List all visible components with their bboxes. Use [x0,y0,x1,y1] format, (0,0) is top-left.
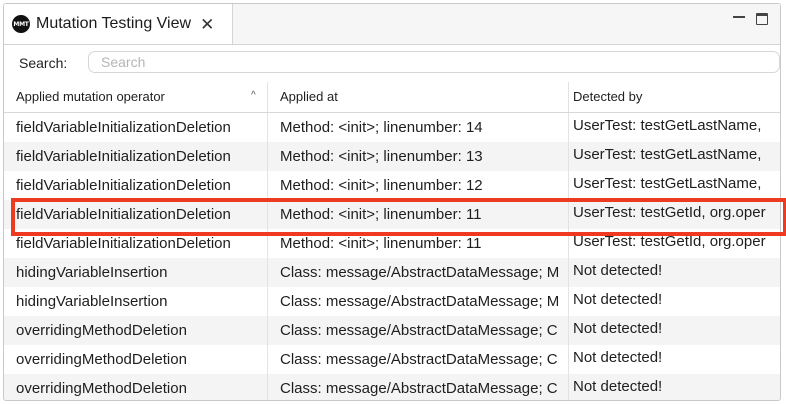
column-header-applied-at[interactable]: Applied at [268,82,568,112]
detected-by-cell: Not detected! [573,320,663,337]
detected-by-cell: Not detected! [573,291,663,308]
detected-by-cell: Not detected! [573,262,663,279]
column-header-operator[interactable]: Applied mutation operator [4,82,266,112]
operator-cell: hidingVariableInsertion [16,264,168,281]
search-row: Search: [4,45,780,81]
column-divider [267,113,268,400]
detected-by-cell: UserTest: testGetLastName, [573,146,762,163]
table-row[interactable]: fieldVariableInitializationDeletion Metho… [4,142,780,171]
applied-at-cell: Class: message/AbstractDataMessage; C [280,380,558,397]
operator-cell: hidingVariableInsertion [16,293,168,310]
applied-at-cell: Method: <init>; linenumber: 13 [280,148,483,165]
table-row[interactable]: fieldVariableInitializationDeletion Metho… [4,229,780,258]
table-header: Applied mutation operator ^ Applied at D… [4,82,780,113]
applied-at-cell: Method: <init>; linenumber: 14 [280,119,483,136]
table-row[interactable]: overridingMethodDeletion Class: message/A… [4,316,780,345]
mutation-table: Applied mutation operator ^ Applied at D… [4,82,780,400]
column-header-detected-by[interactable]: Detected by [569,82,780,112]
operator-cell: fieldVariableInitializationDeletion [16,119,231,136]
table-row[interactable]: hidingVariableInsertion Class: message/Ab… [4,287,780,316]
search-label: Search: [19,55,68,71]
tab-bar: MMT Mutation Testing View ✕ [4,4,780,45]
maximize-icon[interactable] [756,13,768,25]
operator-cell: fieldVariableInitializationDeletion [16,177,231,194]
detected-by-cell: Not detected! [573,349,663,366]
operator-cell: fieldVariableInitializationDeletion [16,235,231,252]
applied-at-cell: Method: <init>; linenumber: 11 [280,206,482,223]
table-row[interactable]: hidingVariableInsertion Class: message/Ab… [4,258,780,287]
table-row[interactable]: fieldVariableInitializationDeletion Metho… [4,171,780,200]
close-icon[interactable]: ✕ [200,16,214,33]
operator-cell: overridingMethodDeletion [16,351,187,368]
table-row[interactable]: overridingMethodDeletion Class: message/A… [4,345,780,374]
column-divider [568,113,569,400]
detected-by-cell: Not detected! [573,378,663,395]
detected-by-cell: UserTest: testGetId, org.oper [573,233,766,250]
table-row[interactable]: overridingMethodDeletion Class: message/A… [4,374,780,400]
mmt-logo-icon: MMT [12,15,30,33]
table-row[interactable]: fieldVariableInitializationDeletion Metho… [4,113,780,142]
applied-at-cell: Class: message/AbstractDataMessage; M [280,264,560,281]
operator-cell: overridingMethodDeletion [16,380,187,397]
tab-title: Mutation Testing View [36,15,192,32]
sort-ascending-icon[interactable]: ^ [251,90,256,101]
search-input[interactable] [88,51,780,73]
table-row[interactable]: fieldVariableInitializationDeletion Metho… [4,200,780,229]
operator-cell: overridingMethodDeletion [16,322,187,339]
detected-by-cell: UserTest: testGetLastName, [573,117,762,134]
mutation-testing-view: MMT Mutation Testing View ✕ Search: Appl… [3,3,781,401]
detected-by-cell: UserTest: testGetId, org.oper [573,204,766,221]
minimize-icon[interactable] [733,16,745,19]
applied-at-cell: Method: <init>; linenumber: 12 [280,177,483,194]
operator-cell: fieldVariableInitializationDeletion [16,206,231,223]
tab-mutation-testing-view[interactable]: MMT Mutation Testing View ✕ [4,4,233,44]
applied-at-cell: Class: message/AbstractDataMessage; C [280,351,558,368]
applied-at-cell: Class: message/AbstractDataMessage; C [280,322,558,339]
operator-cell: fieldVariableInitializationDeletion [16,148,231,165]
detected-by-cell: UserTest: testGetLastName, [573,175,762,192]
applied-at-cell: Method: <init>; linenumber: 11 [280,235,482,252]
applied-at-cell: Class: message/AbstractDataMessage; M [280,293,560,310]
